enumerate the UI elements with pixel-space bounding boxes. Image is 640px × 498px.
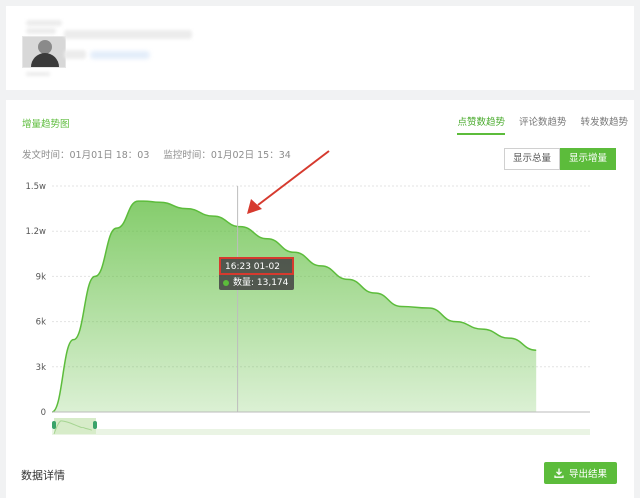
annotation-arrow	[247, 150, 330, 214]
y-tick-label: 9k	[36, 272, 46, 282]
export-label: 导出结果	[568, 469, 607, 480]
y-tick-label: 1.5w	[26, 182, 47, 192]
slider-window[interactable]	[54, 418, 96, 434]
slider-track	[52, 429, 590, 435]
slider-handle-left[interactable]	[52, 421, 56, 429]
y-tick-label: 0	[41, 408, 46, 418]
data-detail-title: 数据详情	[21, 469, 65, 482]
slider-handle-right[interactable]	[93, 421, 97, 429]
download-icon	[554, 468, 564, 478]
y-tick-label: 6k	[36, 318, 46, 328]
trend-chart[interactable]: 0 3k 6k 9k 1.2w 1.5w	[0, 0, 640, 498]
range-slider[interactable]	[52, 418, 590, 435]
chart-tooltip: 16:23 01-02 数量: 13,174	[219, 257, 294, 290]
export-results-button[interactable]: 导出结果	[544, 462, 617, 484]
tooltip-time: 16:23 01-02	[219, 257, 294, 275]
y-tick-label: 1.2w	[26, 227, 47, 237]
tooltip-value-text: 数量: 13,174	[233, 277, 289, 288]
y-tick-label: 3k	[36, 363, 46, 373]
area-fill	[52, 201, 537, 412]
tooltip-value: 数量: 13,174	[219, 275, 294, 290]
series-dot-icon	[223, 279, 229, 286]
